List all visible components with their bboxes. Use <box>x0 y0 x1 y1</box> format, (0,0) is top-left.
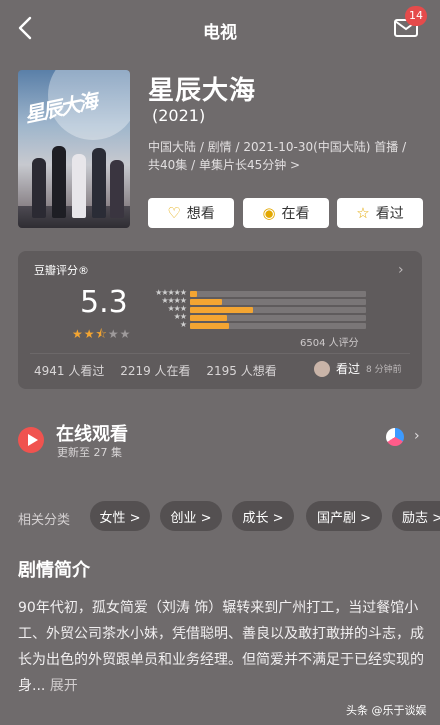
expand-link[interactable]: 展开 <box>50 678 78 694</box>
my-status-label: 看过 <box>336 362 361 376</box>
play-icon[interactable] <box>18 427 44 453</box>
distribution-row-1: ★ <box>146 320 366 329</box>
distribution-bar <box>190 291 198 297</box>
watching-button[interactable]: ◉ 在看 <box>243 198 329 228</box>
want-to-watch-button[interactable]: ♡ 想看 <box>148 198 234 228</box>
watching-label: 在看 <box>281 206 310 222</box>
avatar <box>314 360 330 377</box>
page-title: 电视 <box>203 23 237 43</box>
want-count: 2195 人想看 <box>206 364 277 378</box>
distribution-bar <box>190 307 254 313</box>
category-chip-startup[interactable]: 创业 > <box>160 501 222 531</box>
my-status-time: 8 分钟前 <box>366 365 402 375</box>
distribution-stars: ★ <box>179 320 187 329</box>
distribution-bar <box>190 299 222 305</box>
chevron-right-icon[interactable]: › <box>414 428 420 444</box>
watched-label: 看过 <box>375 206 404 222</box>
heart-plus-icon: ♡ <box>167 204 181 222</box>
watched-button[interactable]: ☆ 看过 <box>337 198 423 228</box>
divider <box>30 353 410 354</box>
rating-stars: ★★⯪★★ <box>72 327 132 341</box>
star-icon: ☆ <box>356 204 370 222</box>
watermark-text: 头条 @乐于谈娱 <box>346 704 427 717</box>
poster-image[interactable]: 星辰大海 <box>18 70 130 228</box>
movie-meta[interactable]: 中国大陆 / 剧情 / 2021-10-30(中国大陆) 首播 / 共40集 /… <box>148 138 420 174</box>
rating-score: 5.3 <box>80 285 128 320</box>
synopsis-text: 90年代初，孤女简爱（刘涛 饰）辗转来到广州打工，当过餐馆小工、外贸公司茶水小妹… <box>18 600 424 694</box>
category-label: 相关分类 <box>18 513 71 528</box>
distribution-bar <box>190 315 227 321</box>
online-watch-title[interactable]: 在线观看 <box>56 420 128 446</box>
synopsis-body: 90年代初，孤女简爱（刘涛 饰）辗转来到广州打工，当过餐馆小工、外贸公司茶水小妹… <box>18 595 426 699</box>
watching-icon: ◉ <box>262 204 276 222</box>
unread-badge: 14 <box>405 6 427 26</box>
watermark: 头条 @乐于谈娱 <box>346 702 427 718</box>
category-chip-female[interactable]: 女性 > <box>90 501 150 531</box>
category-chip-inspirational[interactable]: 励志 > <box>392 501 440 531</box>
category-chip-growth[interactable]: 成长 > <box>232 501 294 531</box>
want-to-watch-label: 想看 <box>186 206 215 222</box>
rating-count: 6504 人评分 <box>300 338 359 349</box>
category-chip-domestic-drama[interactable]: 国产剧 > <box>306 501 382 531</box>
watching-count: 2219 人在看 <box>120 364 191 378</box>
chevron-right-icon[interactable]: › <box>398 262 404 278</box>
online-watch-subtitle: 更新至 27 集 <box>57 446 122 459</box>
movie-title: 星辰大海 <box>148 76 257 106</box>
distribution-bar <box>190 323 229 329</box>
my-status[interactable]: 看过 8 分钟前 <box>314 360 402 377</box>
watched-count: 4941 人看过 <box>34 364 105 378</box>
synopsis-title: 剧情简介 <box>18 560 90 581</box>
rating-source: 豆瓣评分® <box>34 264 89 277</box>
movie-year: (2021) <box>152 106 206 125</box>
streaming-platform-icon[interactable] <box>386 428 404 446</box>
rating-stats: 4941 人看过 2219 人在看 2195 人想看 <box>34 362 289 379</box>
